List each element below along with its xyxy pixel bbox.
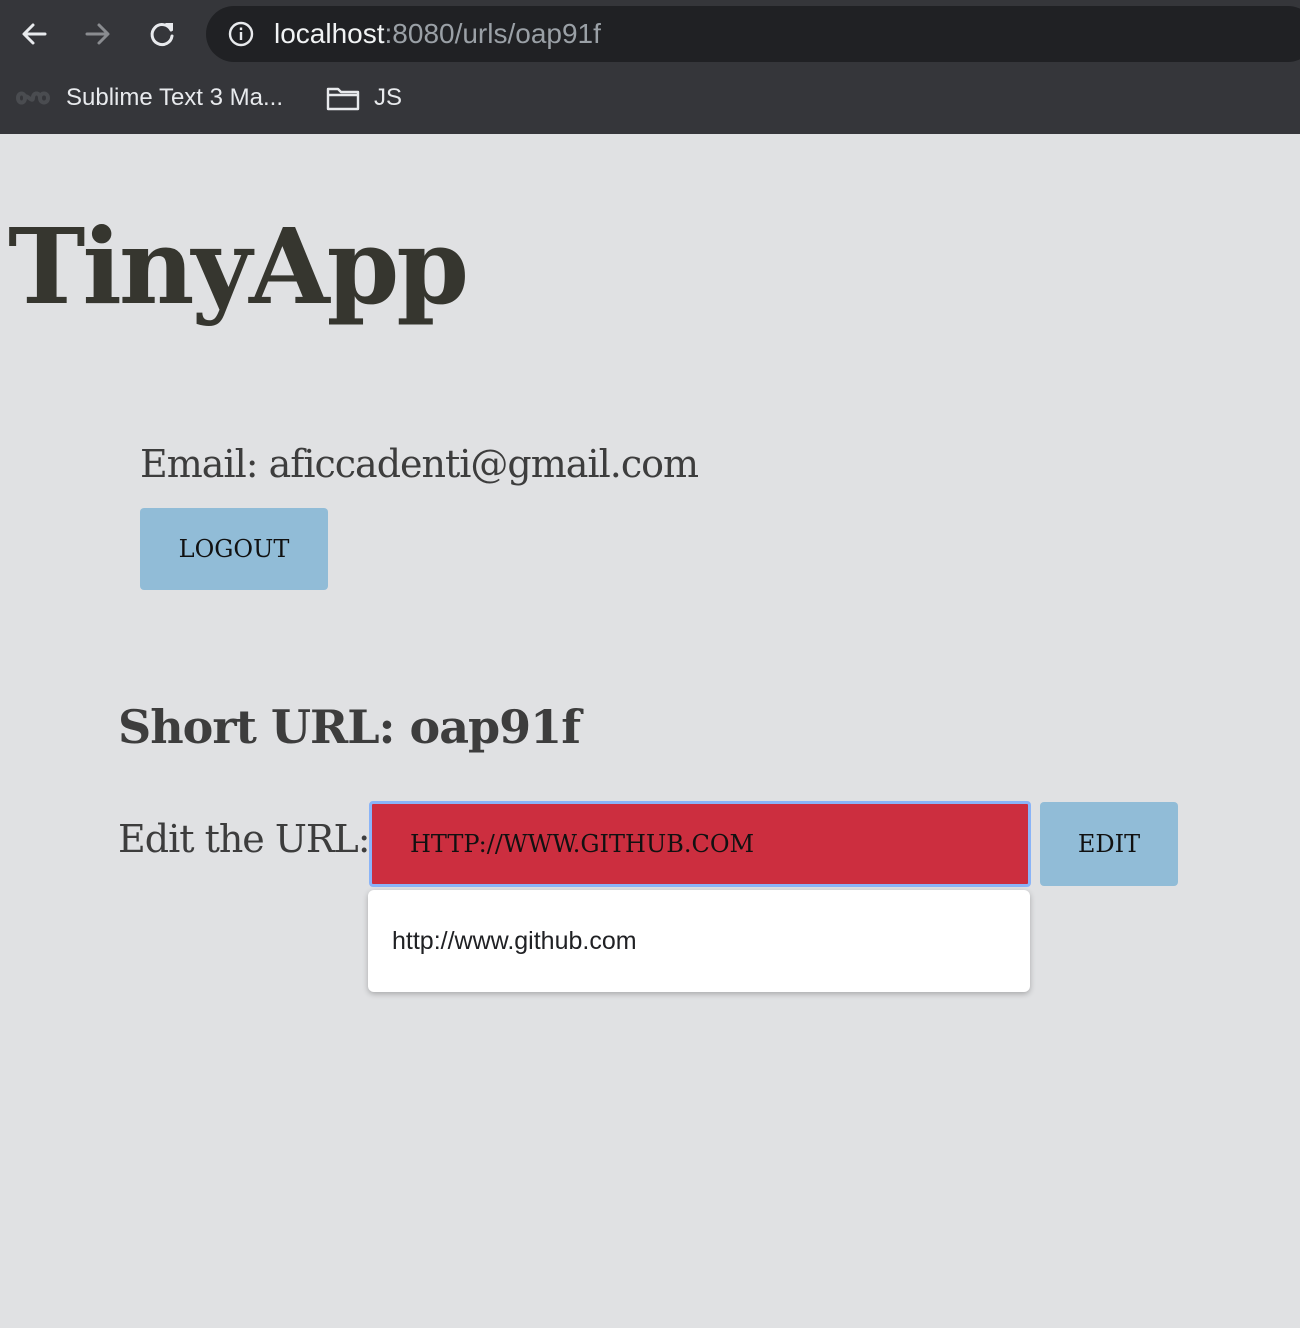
short-url-heading: Short URL: oap91f — [118, 700, 581, 754]
bookmark-label: JS — [374, 84, 403, 111]
bookmark-folder-js[interactable]: JS — [326, 80, 402, 116]
address-bar[interactable]: localhost:8080/urls/oap91f — [206, 6, 1300, 62]
reload-button[interactable] — [142, 14, 182, 54]
autocomplete-suggestion[interactable]: http://www.github.com — [392, 926, 637, 956]
url-host: localhost — [274, 18, 385, 49]
back-button[interactable] — [14, 14, 54, 54]
autocomplete-dropdown: http://www.github.com — [368, 890, 1030, 992]
long-url-input-value: HTTP://WWW.GITHUB.COM — [410, 830, 755, 858]
folder-icon — [326, 86, 360, 111]
browser-chrome: localhost:8080/urls/oap91f Sublime Text … — [0, 0, 1300, 134]
page-title: TinyApp — [8, 205, 469, 328]
long-url-input[interactable]: HTTP://WWW.GITHUB.COM — [369, 801, 1031, 887]
bookmarks-bar: Sublime Text 3 Ma... JS — [0, 68, 1300, 134]
infinity-icon — [16, 86, 50, 110]
browser-toolbar: localhost:8080/urls/oap91f — [0, 0, 1300, 68]
url-path: :8080/urls/oap91f — [384, 18, 601, 49]
user-email: Email: aficcadenti@gmail.com — [140, 442, 699, 486]
arrow-right-icon — [85, 23, 110, 45]
bookmark-sublime[interactable]: Sublime Text 3 Ma... — [16, 80, 283, 116]
arrow-left-icon — [22, 23, 47, 45]
info-icon[interactable] — [228, 21, 254, 47]
logout-button[interactable]: LOGOUT — [140, 508, 328, 590]
edit-button[interactable]: EDIT — [1040, 802, 1178, 886]
reload-icon — [150, 23, 174, 46]
edit-url-label: Edit the URL: — [118, 817, 371, 861]
bookmark-label: Sublime Text 3 Ma... — [66, 84, 283, 111]
forward-button[interactable] — [78, 14, 118, 54]
address-bar-url[interactable]: localhost:8080/urls/oap91f — [274, 18, 601, 50]
